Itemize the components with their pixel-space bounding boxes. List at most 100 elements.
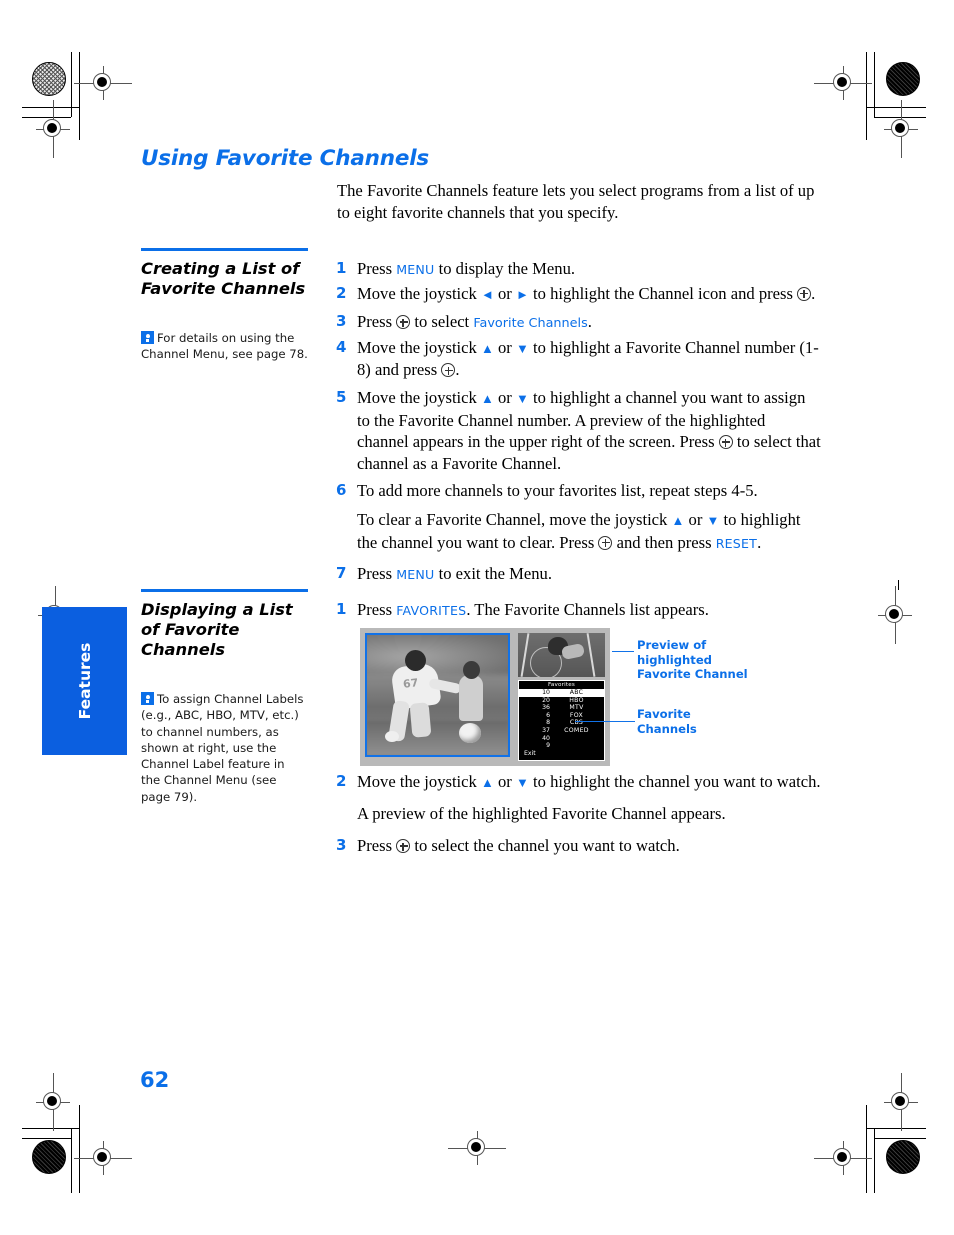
heading-line: Favorite Channels — [141, 279, 306, 298]
step-number: 1 — [336, 259, 347, 277]
channel-label: COMED — [564, 726, 589, 734]
registration-mark — [814, 66, 872, 100]
joystick-up-icon: ▲ — [480, 775, 494, 790]
section-one-tip: For details on using the Channel Menu, s… — [141, 330, 311, 363]
channel-label: HBO — [569, 696, 584, 704]
callout-leader-line — [612, 651, 634, 653]
channel-number: 6 — [546, 711, 550, 719]
registration-mark — [814, 1141, 872, 1175]
select-button-icon — [718, 435, 733, 450]
channel-label: ABC — [569, 689, 584, 696]
favorites-exit-item[interactable]: Exit — [519, 750, 604, 758]
callout-leader-line — [575, 721, 635, 723]
section-two-steps-continued: 2 Move the joystick ▲ or ▼ to highlight … — [336, 771, 821, 859]
step-six-subtext: To clear a Favorite Channel, move the jo… — [357, 509, 801, 552]
menu-item-label: Favorite Channels — [473, 316, 588, 332]
favorites-row[interactable]: 36 MTV — [519, 704, 604, 712]
page-number: 62 — [140, 1068, 170, 1092]
crop-mark — [866, 52, 867, 140]
tip-text: To assign Channel Labels (e.g., ABC, HBO… — [141, 692, 304, 804]
joystick-left-icon: ◄ — [480, 286, 494, 302]
step-number: 4 — [336, 337, 347, 356]
heading-line: Creating a List of — [141, 259, 300, 278]
step-item: 2 Move the joystick ▲ or ▼ to highlight … — [336, 771, 821, 794]
registration-mark — [884, 1073, 918, 1131]
joystick-down-icon: ▼ — [515, 340, 529, 356]
step-number: 3 — [336, 836, 347, 855]
favorites-row[interactable]: 37 COMED — [519, 727, 604, 735]
favorites-row[interactable]: 40 — [519, 735, 604, 743]
step-item: 7 Press MENU to exit the Menu. — [336, 563, 821, 586]
favorites-row[interactable]: 20 HBO — [519, 697, 604, 705]
section-tab-features: Features — [42, 607, 127, 755]
step-number: 5 — [336, 387, 347, 406]
step-item: 1 Press MENU to display the Menu. — [336, 258, 821, 281]
step-text: Press MENU to exit the Menu. — [357, 564, 552, 584]
crop-mark — [866, 1128, 926, 1129]
callout-favorites: Favorite Channels — [637, 707, 697, 736]
crop-mark — [22, 107, 79, 108]
main-channel-photo: 67 — [365, 633, 510, 757]
step-item: 4 Move the joystick ▲ or ▼ to highlight … — [336, 337, 821, 381]
step-number: 2 — [336, 772, 347, 790]
step-number: 2 — [336, 283, 347, 302]
step-item: 1 Press FAVORITES. The Favorite Channels… — [336, 599, 821, 622]
section-rule — [141, 248, 308, 251]
crop-mark — [71, 1128, 72, 1193]
step-number: 7 — [336, 564, 347, 583]
section-tab-label: Features — [75, 642, 94, 720]
joystick-right-icon: ► — [515, 286, 529, 302]
section-two-steps: 1 Press FAVORITES. The Favorite Channels… — [336, 599, 821, 624]
step-number: 6 — [336, 481, 347, 500]
joystick-down-icon: ▼ — [706, 512, 720, 528]
preview-thumbnail — [518, 633, 605, 677]
favorites-row[interactable]: 9 — [519, 742, 604, 750]
manual-page: Using Favorite Channels The Favorite Cha… — [0, 0, 954, 1235]
registration-mark — [74, 66, 132, 100]
step-number: 3 — [336, 312, 347, 331]
tip-text: For details on using the Channel Menu, s… — [141, 331, 308, 362]
crop-mark — [866, 1105, 867, 1193]
step-number: 1 — [336, 600, 347, 618]
channel-label: FOX — [569, 711, 584, 719]
section-one-steps: 1 Press MENU to display the Menu. 2 Move… — [336, 258, 821, 588]
channel-number: 40 — [542, 734, 550, 742]
favorites-row[interactable]: 10 ABC — [519, 689, 604, 697]
key-label: MENU — [396, 262, 435, 277]
step-text: Press FAVORITES. The Favorite Channels l… — [357, 600, 709, 619]
channel-number: 8 — [546, 719, 550, 727]
step-text: Move the joystick ▲ or ▼ to highlight th… — [357, 772, 821, 791]
heading-line: of Favorite — [141, 620, 240, 639]
channel-number: 10 — [542, 689, 550, 696]
select-button-icon — [598, 535, 613, 550]
select-button-icon — [441, 363, 456, 378]
favorites-row[interactable]: 6 FOX — [519, 712, 604, 720]
registration-mark — [36, 1073, 70, 1131]
step-item: 3 Press to select the channel you want t… — [336, 835, 821, 857]
registration-mark — [878, 586, 912, 644]
heading-line: Displaying a List — [141, 600, 293, 619]
joystick-down-icon: ▼ — [515, 390, 529, 406]
channel-number: 9 — [546, 742, 550, 750]
step-item: 5 Move the joystick ▲ or ▼ to highlight … — [336, 387, 821, 474]
tip-lightbulb-icon — [141, 692, 154, 705]
crop-mark — [898, 580, 899, 590]
registration-mark — [36, 100, 70, 158]
step-text: Move the joystick ◄ or ► to highlight th… — [357, 283, 816, 303]
channel-label — [550, 735, 599, 743]
step-text: Press to select Favorite Channels. — [357, 312, 592, 332]
step-text: Move the joystick ▲ or ▼ to highlight a … — [357, 337, 819, 380]
step-item: 2 Move the joystick ◄ or ► to highlight … — [336, 283, 821, 306]
halftone-density-circle — [32, 1140, 66, 1174]
channel-label — [550, 742, 599, 750]
tv-screen-illustration: 67 Favorites 10 ABC 20 HBO 36 MTV 6 FOX … — [360, 628, 610, 766]
step-two-subtext: A preview of the highlighted Favorite Ch… — [357, 803, 726, 823]
registration-mark — [884, 100, 918, 158]
page-title: Using Favorite Channels — [141, 146, 429, 171]
halftone-density-circle — [886, 62, 920, 96]
crop-mark — [79, 52, 80, 140]
key-label: MENU — [396, 567, 435, 583]
step-item: 3 Press to select Favorite Channels. — [336, 311, 821, 335]
favorites-title: Favorites — [547, 682, 576, 688]
select-button-icon — [797, 286, 812, 301]
